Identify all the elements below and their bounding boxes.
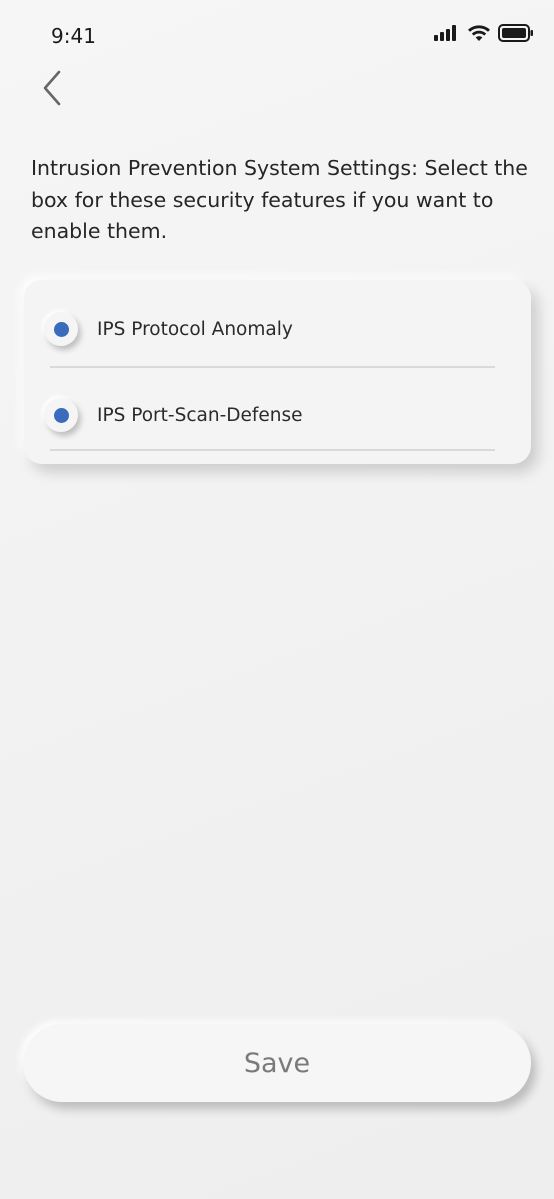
radio-button[interactable] <box>44 312 78 346</box>
radio-button[interactable] <box>44 398 78 432</box>
status-bar: 9:41 <box>0 0 554 70</box>
radio-selected-dot <box>53 407 69 423</box>
instructions-text: Intrusion Prevention System Settings: Se… <box>31 156 528 243</box>
status-time: 9:41 <box>51 24 96 48</box>
options-card: IPS Protocol Anomaly IPS Port-Scan-Defen… <box>24 280 531 464</box>
battery-icon <box>498 24 534 46</box>
chevron-left-icon <box>37 68 67 112</box>
back-button[interactable] <box>28 66 76 114</box>
option-label: IPS Protocol Anomaly <box>97 318 293 340</box>
radio-selected-dot <box>53 321 69 337</box>
option-ips-protocol-anomaly[interactable]: IPS Protocol Anomaly <box>24 299 531 359</box>
option-label: IPS Port-Scan-Defense <box>97 404 303 426</box>
save-button[interactable]: Save <box>23 1024 531 1102</box>
divider <box>50 366 495 368</box>
status-icons <box>434 24 534 46</box>
option-ips-port-scan-defense[interactable]: IPS Port-Scan-Defense <box>24 385 531 445</box>
divider <box>50 449 495 451</box>
signal-icon <box>434 25 460 45</box>
wifi-icon <box>467 24 491 46</box>
